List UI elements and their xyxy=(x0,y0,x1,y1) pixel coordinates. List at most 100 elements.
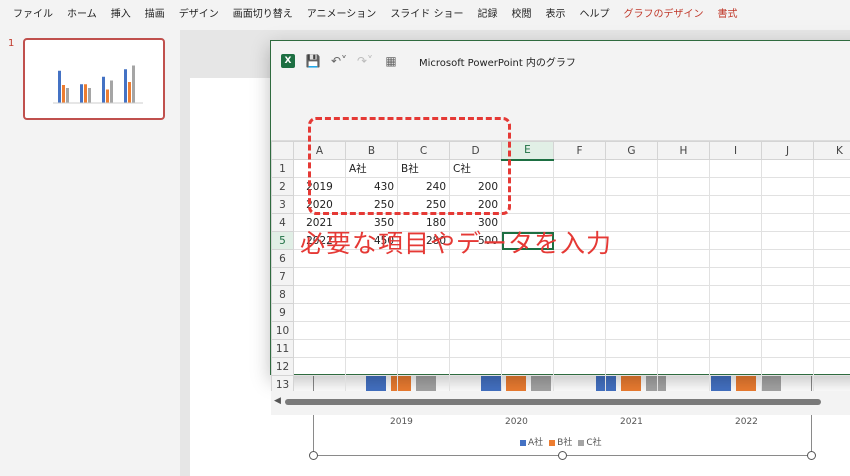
row-header-10[interactable]: 10 xyxy=(271,321,294,340)
cell-G6[interactable] xyxy=(605,249,658,268)
cell-A11[interactable] xyxy=(293,339,346,358)
cell-C11[interactable] xyxy=(397,339,450,358)
cell-H8[interactable] xyxy=(657,285,710,304)
cell-G5[interactable] xyxy=(605,231,658,250)
scroll-left-icon[interactable]: ◀ xyxy=(274,396,281,406)
cell-A7[interactable] xyxy=(293,267,346,286)
cell-J8[interactable] xyxy=(761,285,814,304)
cell-G10[interactable] xyxy=(605,321,658,340)
cell-A9[interactable] xyxy=(293,303,346,322)
select-all-corner[interactable] xyxy=(271,141,294,160)
row-header-4[interactable]: 4 xyxy=(271,213,294,232)
cell-B9[interactable] xyxy=(345,303,398,322)
cell-I6[interactable] xyxy=(709,249,762,268)
scrollbar-thumb[interactable] xyxy=(285,399,821,405)
cell-C9[interactable] xyxy=(397,303,450,322)
redo-icon[interactable]: ↷˅ xyxy=(357,54,373,68)
cell-G9[interactable] xyxy=(605,303,658,322)
cell-K10[interactable] xyxy=(813,321,850,340)
cell-F7[interactable] xyxy=(553,267,606,286)
cell-D8[interactable] xyxy=(449,285,502,304)
cell-H3[interactable] xyxy=(657,195,710,214)
cell-I8[interactable] xyxy=(709,285,762,304)
cell-H7[interactable] xyxy=(657,267,710,286)
cell-G7[interactable] xyxy=(605,267,658,286)
row-header-12[interactable]: 12 xyxy=(271,357,294,376)
row-header-1[interactable]: 1 xyxy=(271,159,294,178)
cell-I10[interactable] xyxy=(709,321,762,340)
resize-handle-bottom-left[interactable] xyxy=(309,451,318,460)
cell-K12[interactable] xyxy=(813,357,850,376)
cell-I12[interactable] xyxy=(709,357,762,376)
cell-K9[interactable] xyxy=(813,303,850,322)
row-header-8[interactable]: 8 xyxy=(271,285,294,304)
cell-A8[interactable] xyxy=(293,285,346,304)
cell-G11[interactable] xyxy=(605,339,658,358)
cell-K6[interactable] xyxy=(813,249,850,268)
cell-G4[interactable] xyxy=(605,213,658,232)
undo-icon[interactable]: ↶˅ xyxy=(331,54,347,68)
column-header-F[interactable]: F xyxy=(553,141,606,160)
cell-K1[interactable] xyxy=(813,159,850,178)
column-header-K[interactable]: K xyxy=(813,141,850,160)
cell-C12[interactable] xyxy=(397,357,450,376)
cell-B10[interactable] xyxy=(345,321,398,340)
row-header-9[interactable]: 9 xyxy=(271,303,294,322)
resize-handle-bottom-center[interactable] xyxy=(558,451,567,460)
cell-C10[interactable] xyxy=(397,321,450,340)
cell-I5[interactable] xyxy=(709,231,762,250)
cell-I7[interactable] xyxy=(709,267,762,286)
cell-G3[interactable] xyxy=(605,195,658,214)
cell-E7[interactable] xyxy=(501,267,554,286)
cell-F10[interactable] xyxy=(553,321,606,340)
cell-D11[interactable] xyxy=(449,339,502,358)
cell-A10[interactable] xyxy=(293,321,346,340)
row-header-7[interactable]: 7 xyxy=(271,267,294,286)
cell-J7[interactable] xyxy=(761,267,814,286)
cell-E9[interactable] xyxy=(501,303,554,322)
cell-I4[interactable] xyxy=(709,213,762,232)
cell-E12[interactable] xyxy=(501,357,554,376)
row-header-2[interactable]: 2 xyxy=(271,177,294,196)
cell-C7[interactable] xyxy=(397,267,450,286)
cell-I11[interactable] xyxy=(709,339,762,358)
cell-B7[interactable] xyxy=(345,267,398,286)
cell-F1[interactable] xyxy=(553,159,606,178)
cell-J10[interactable] xyxy=(761,321,814,340)
cell-K4[interactable] xyxy=(813,213,850,232)
cell-F12[interactable] xyxy=(553,357,606,376)
cell-H12[interactable] xyxy=(657,357,710,376)
cell-G2[interactable] xyxy=(605,177,658,196)
cell-G12[interactable] xyxy=(605,357,658,376)
cell-J5[interactable] xyxy=(761,231,814,250)
cell-H4[interactable] xyxy=(657,213,710,232)
cell-F9[interactable] xyxy=(553,303,606,322)
cell-K3[interactable] xyxy=(813,195,850,214)
cell-H9[interactable] xyxy=(657,303,710,322)
cell-G8[interactable] xyxy=(605,285,658,304)
row-header-6[interactable]: 6 xyxy=(271,249,294,268)
cell-J1[interactable] xyxy=(761,159,814,178)
cell-K5[interactable] xyxy=(813,231,850,250)
cell-E8[interactable] xyxy=(501,285,554,304)
cell-D12[interactable] xyxy=(449,357,502,376)
edit-data-in-excel-icon[interactable]: ▦ xyxy=(383,54,399,68)
cell-K2[interactable] xyxy=(813,177,850,196)
cell-H11[interactable] xyxy=(657,339,710,358)
cell-C8[interactable] xyxy=(397,285,450,304)
cell-D7[interactable] xyxy=(449,267,502,286)
cell-B11[interactable] xyxy=(345,339,398,358)
cell-H1[interactable] xyxy=(657,159,710,178)
cell-J11[interactable] xyxy=(761,339,814,358)
cell-I1[interactable] xyxy=(709,159,762,178)
cell-K7[interactable] xyxy=(813,267,850,286)
cell-H10[interactable] xyxy=(657,321,710,340)
cell-E10[interactable] xyxy=(501,321,554,340)
cell-J9[interactable] xyxy=(761,303,814,322)
column-header-J[interactable]: J xyxy=(761,141,814,160)
cell-J3[interactable] xyxy=(761,195,814,214)
cell-E11[interactable] xyxy=(501,339,554,358)
cell-I2[interactable] xyxy=(709,177,762,196)
cell-B8[interactable] xyxy=(345,285,398,304)
cell-F2[interactable] xyxy=(553,177,606,196)
